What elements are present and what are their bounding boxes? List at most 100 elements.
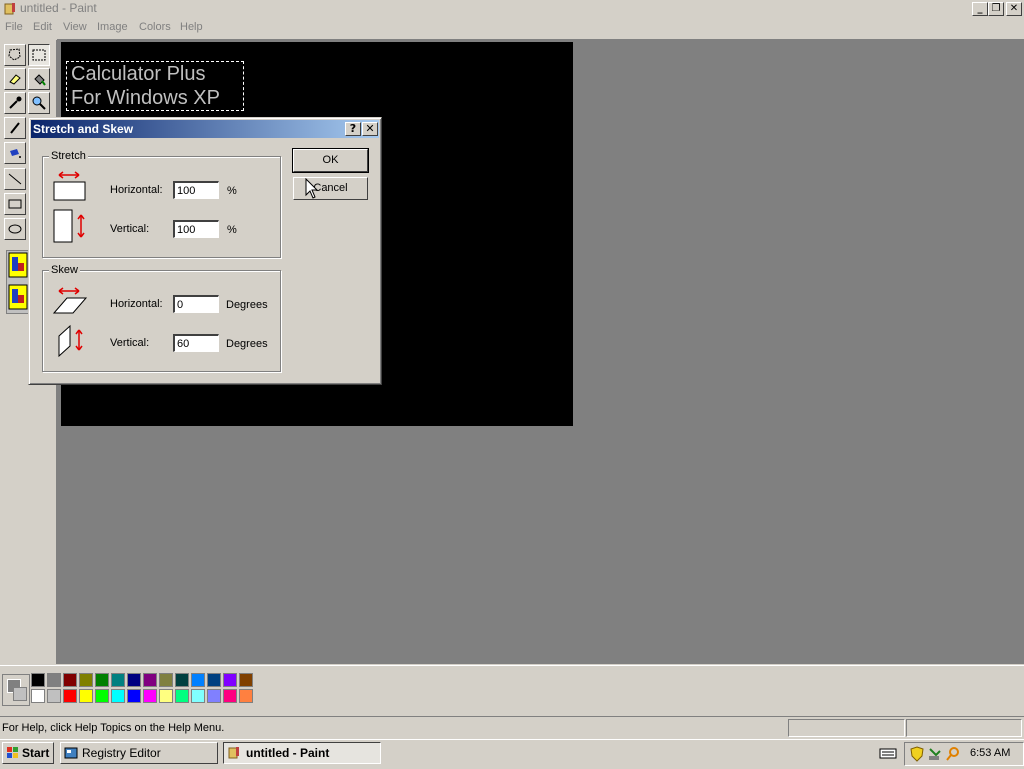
ellipse-tool-icon[interactable] (4, 218, 26, 240)
color-swatch[interactable] (207, 689, 221, 703)
skew-vertical-icon (58, 324, 83, 358)
transparency-option-icon (8, 252, 28, 310)
background-color (13, 687, 27, 701)
skew-horizontal-label: Horizontal: (110, 298, 163, 310)
close-button[interactable]: ✕ (1006, 2, 1022, 16)
color-swatch[interactable] (223, 689, 237, 703)
stretch-horizontal-icon (53, 171, 86, 201)
skew-group-label: Skew (49, 264, 80, 276)
pencil-icon[interactable] (4, 117, 26, 139)
windows-logo-icon (7, 747, 18, 758)
color-swatch[interactable] (191, 689, 205, 703)
registry-editor-icon (64, 747, 78, 759)
skew-horizontal-unit: Degrees (226, 299, 268, 311)
taskbar-registry-editor[interactable]: Registry Editor (60, 742, 218, 764)
color-swatch[interactable] (47, 689, 61, 703)
color-swatch[interactable] (239, 673, 253, 687)
tool-options-panel[interactable] (6, 250, 30, 314)
color-swatch[interactable] (223, 673, 237, 687)
stretch-group-label: Stretch (49, 150, 88, 162)
help-button[interactable]: ? (345, 122, 361, 136)
color-swatch[interactable] (143, 689, 157, 703)
stretch-skew-dialog: Stretch and Skew ? ✕ Stretch Horizontal:… (28, 117, 382, 385)
color-swatch[interactable] (159, 673, 173, 687)
canvas-text-line2: For Windows XP (71, 87, 220, 109)
color-picker-icon[interactable] (4, 92, 26, 114)
color-swatch[interactable] (95, 673, 109, 687)
color-swatch[interactable] (127, 673, 141, 687)
start-button[interactable]: Start (2, 742, 54, 764)
stretch-horizontal-unit: % (227, 185, 237, 197)
current-colors[interactable] (2, 674, 30, 706)
eraser-icon[interactable] (4, 68, 26, 90)
menu-image[interactable]: Image (97, 21, 128, 33)
canvas-text-line1: Calculator Plus (71, 63, 206, 85)
color-swatch[interactable] (111, 689, 125, 703)
text-selection[interactable]: Calculator Plus For Windows XP (66, 61, 244, 111)
stretch-horizontal-input[interactable] (173, 181, 219, 199)
keyboard-icon[interactable] (879, 746, 897, 760)
status-bar: For Help, click Help Topics on the Help … (0, 716, 1024, 739)
color-swatch[interactable] (143, 673, 157, 687)
color-swatch[interactable] (63, 673, 77, 687)
task-label: untitled - Paint (246, 746, 330, 760)
skew-vertical-label: Vertical: (110, 337, 150, 349)
color-swatch[interactable] (95, 689, 109, 703)
security-shield-icon[interactable] (909, 746, 925, 762)
paint-app-icon (4, 3, 15, 15)
color-swatch[interactable] (79, 689, 93, 703)
color-swatch[interactable] (159, 689, 173, 703)
system-tray: 6:53 AM (904, 742, 1024, 766)
color-swatch[interactable] (63, 689, 77, 703)
color-swatch[interactable] (175, 673, 189, 687)
status-pane-size (906, 719, 1022, 737)
color-swatch[interactable] (239, 689, 253, 703)
dialog-title-bar[interactable]: Stretch and Skew ? ✕ (31, 120, 379, 138)
skew-vertical-unit: Degrees (226, 338, 268, 350)
start-label: Start (22, 746, 50, 760)
fill-bucket-icon[interactable] (28, 68, 50, 90)
free-form-select-icon[interactable] (4, 44, 26, 66)
dialog-title: Stretch and Skew (33, 122, 134, 136)
color-swatch[interactable] (111, 673, 125, 687)
color-swatch[interactable] (127, 689, 141, 703)
magnifier-icon[interactable] (28, 92, 50, 114)
taskbar-paint[interactable]: untitled - Paint (223, 742, 381, 764)
menu-help[interactable]: Help (180, 21, 203, 33)
skew-vertical-input[interactable] (173, 334, 219, 352)
menu-bar: File Edit View Image Colors Help (0, 18, 1024, 38)
color-swatch[interactable] (191, 673, 205, 687)
title-bar: untitled - Paint _ ❐ ✕ (0, 0, 1024, 18)
menu-file[interactable]: File (5, 21, 23, 33)
menu-edit[interactable]: Edit (33, 21, 52, 33)
dialog-close-button[interactable]: ✕ (362, 122, 378, 136)
status-pane-coords (788, 719, 905, 737)
status-help-text: For Help, click Help Topics on the Help … (2, 722, 225, 734)
taskbar: Start Registry Editor untitled - Paint (0, 739, 1024, 769)
stretch-vertical-label: Vertical: (110, 223, 150, 235)
mouse-cursor-icon (305, 178, 319, 199)
stretch-vertical-icon (53, 209, 85, 243)
minimize-button[interactable]: _ (972, 2, 988, 16)
clock[interactable]: 6:53 AM (970, 747, 1010, 759)
skew-horizontal-icon (53, 287, 88, 314)
restore-button[interactable]: ❐ (988, 2, 1004, 16)
color-swatch[interactable] (175, 689, 189, 703)
rectangle-select-icon[interactable] (28, 44, 50, 66)
stretch-vertical-input[interactable] (173, 220, 219, 238)
menu-view[interactable]: View (63, 21, 87, 33)
menu-colors[interactable]: Colors (139, 21, 171, 33)
search-icon[interactable] (945, 746, 961, 762)
line-tool-icon[interactable] (4, 168, 26, 190)
color-swatch[interactable] (31, 673, 45, 687)
skew-horizontal-input[interactable] (173, 295, 219, 313)
network-icon[interactable] (927, 746, 943, 762)
color-swatch[interactable] (79, 673, 93, 687)
rectangle-tool-icon[interactable] (4, 193, 26, 215)
color-swatch[interactable] (207, 673, 221, 687)
window-title: untitled - Paint (20, 1, 97, 15)
color-swatch[interactable] (31, 689, 45, 703)
airbrush-icon[interactable] (4, 142, 26, 164)
color-swatch[interactable] (47, 673, 61, 687)
ok-button[interactable]: OK (292, 148, 369, 173)
